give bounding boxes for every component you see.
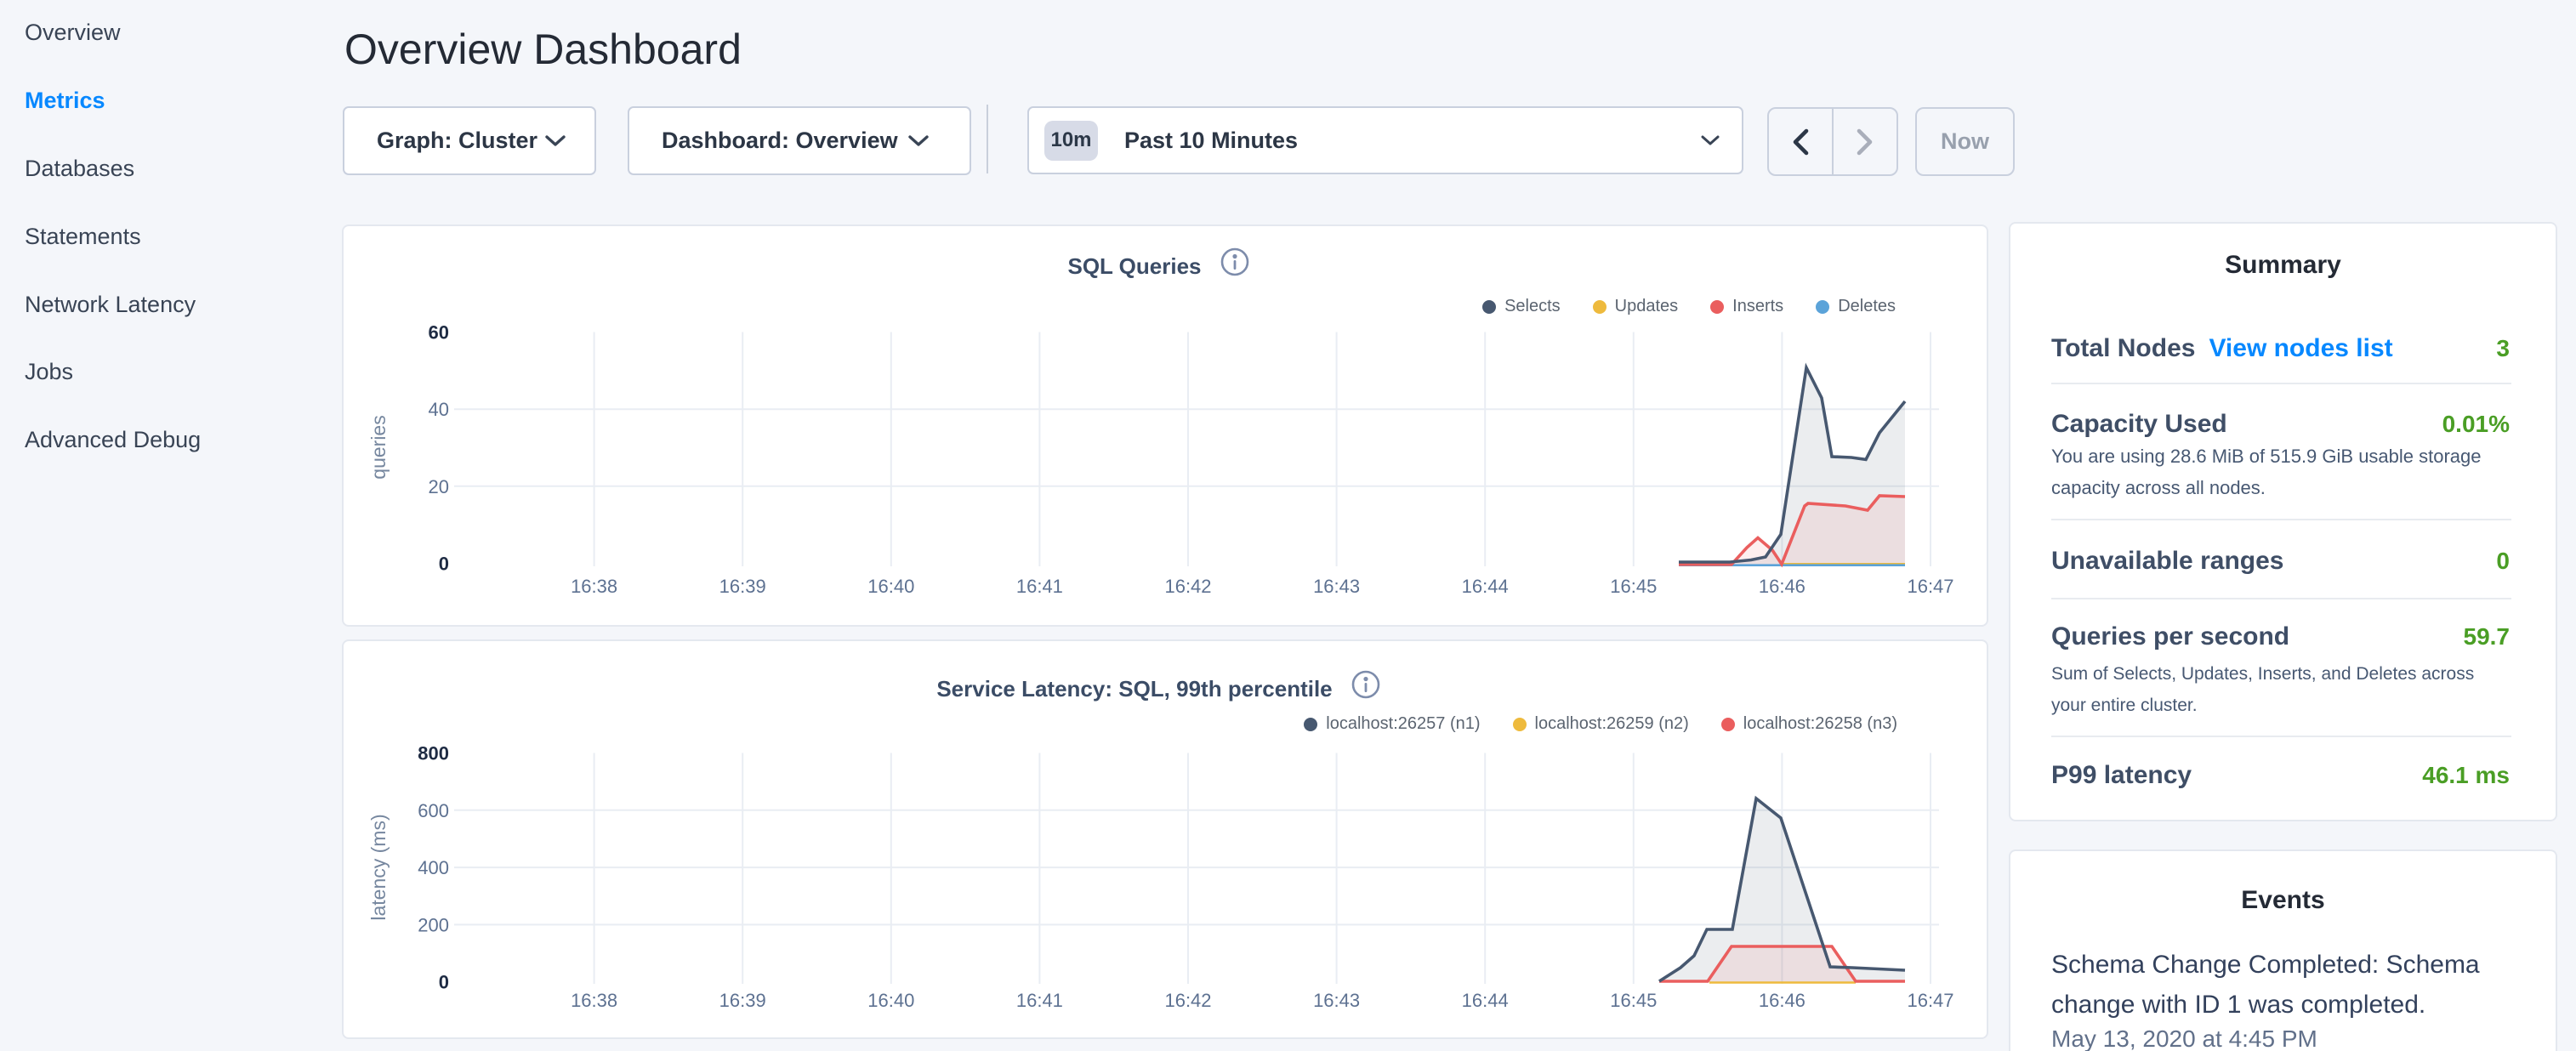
svg-text:queries: queries	[367, 415, 390, 479]
svg-text:16:44: 16:44	[1462, 990, 1509, 1011]
svg-text:0: 0	[439, 972, 449, 993]
svg-text:16:38: 16:38	[571, 576, 617, 597]
svg-text:16:38: 16:38	[571, 990, 617, 1011]
svg-text:16:42: 16:42	[1164, 990, 1211, 1011]
svg-text:16:45: 16:45	[1610, 990, 1657, 1011]
svg-text:16:41: 16:41	[1016, 576, 1063, 597]
svg-text:16:43: 16:43	[1313, 576, 1360, 597]
svg-text:20: 20	[429, 476, 449, 497]
svg-text:16:39: 16:39	[719, 990, 766, 1011]
svg-text:16:47: 16:47	[1907, 990, 1953, 1011]
svg-text:600: 600	[418, 800, 449, 821]
svg-text:16:47: 16:47	[1907, 576, 1953, 597]
svg-text:16:46: 16:46	[1759, 576, 1805, 597]
svg-text:16:39: 16:39	[719, 576, 766, 597]
svg-text:400: 400	[418, 857, 449, 878]
svg-text:200: 200	[418, 914, 449, 935]
svg-text:16:43: 16:43	[1313, 990, 1360, 1011]
svg-text:16:45: 16:45	[1610, 576, 1657, 597]
svg-text:16:40: 16:40	[867, 990, 914, 1011]
svg-text:40: 40	[429, 399, 449, 420]
svg-text:60: 60	[429, 322, 449, 344]
svg-text:16:40: 16:40	[867, 576, 914, 597]
svg-text:800: 800	[418, 743, 449, 764]
svg-text:16:42: 16:42	[1164, 576, 1211, 597]
svg-text:0: 0	[439, 554, 449, 575]
svg-text:16:46: 16:46	[1759, 990, 1805, 1011]
svg-text:16:44: 16:44	[1462, 576, 1509, 597]
svg-text:latency (ms): latency (ms)	[367, 814, 390, 920]
svg-text:16:41: 16:41	[1016, 990, 1063, 1011]
